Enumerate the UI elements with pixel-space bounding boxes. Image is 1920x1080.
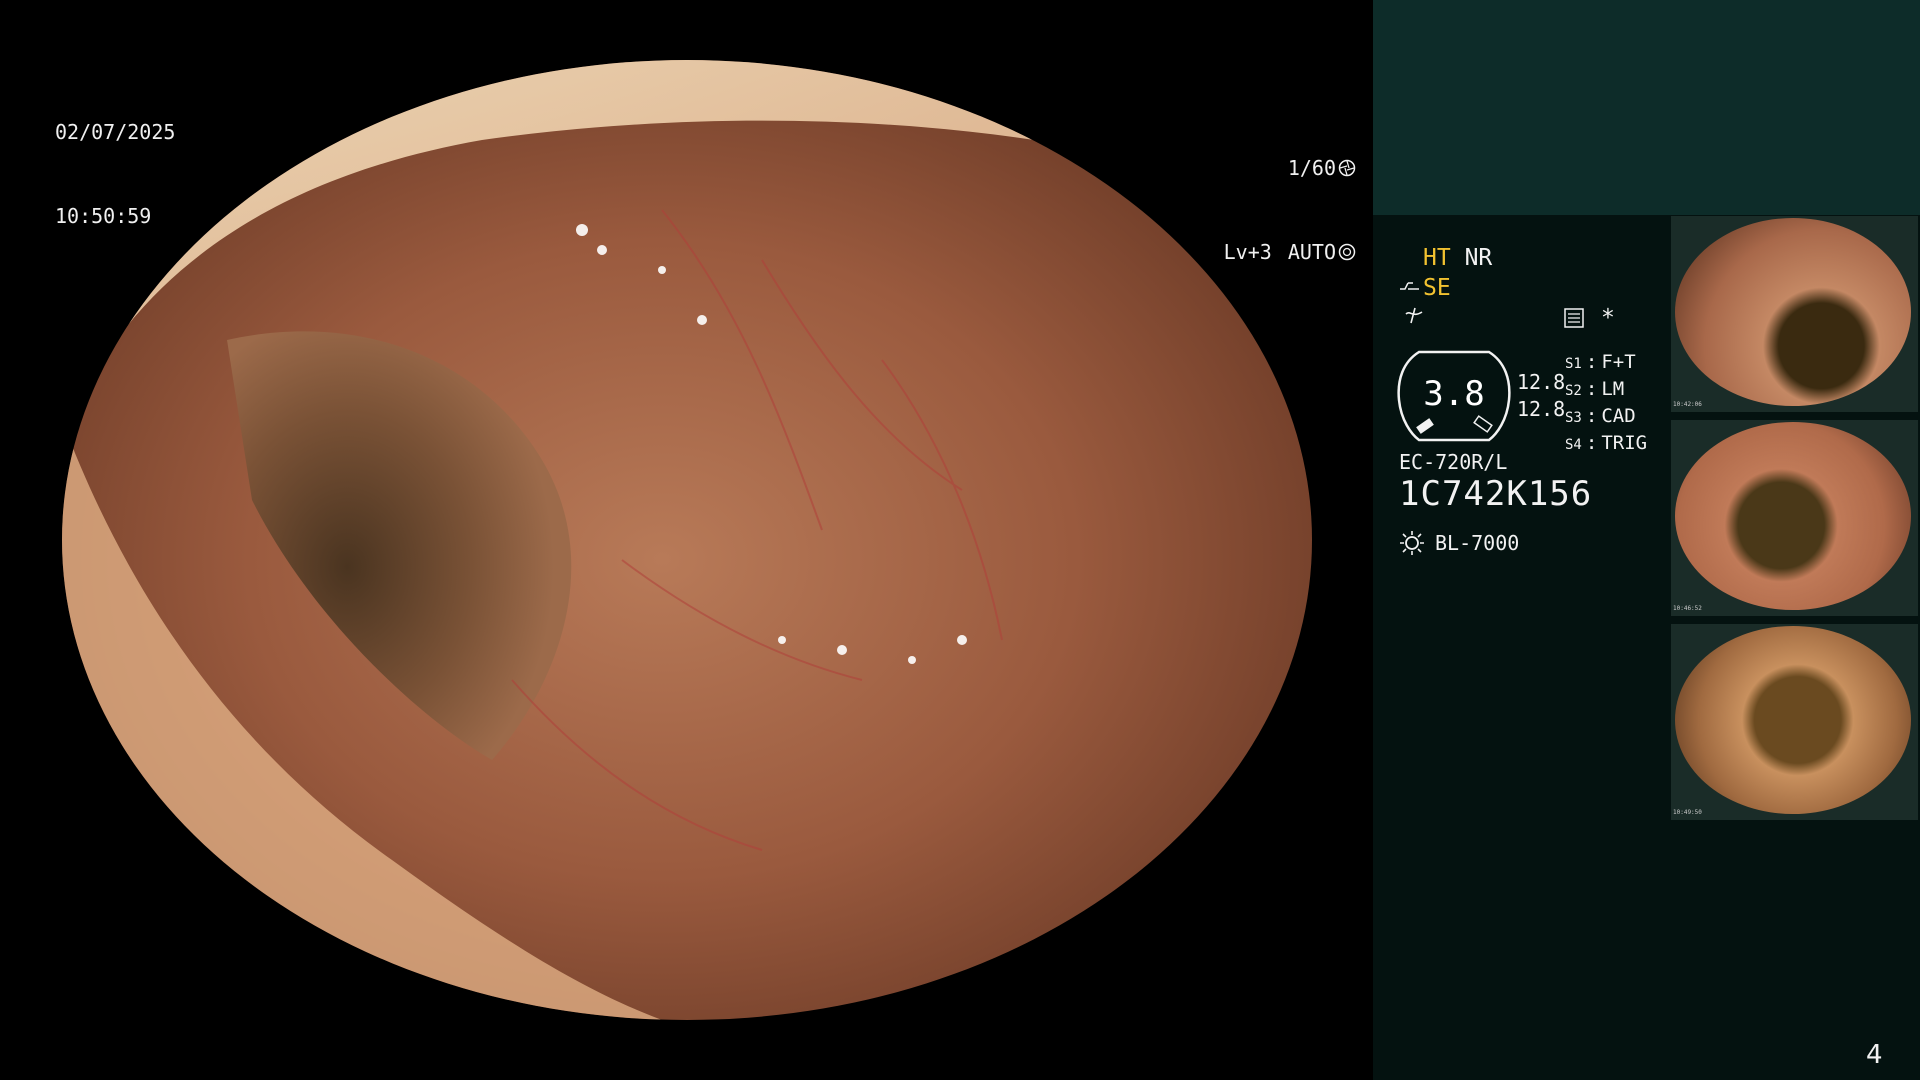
switch-key: S2 — [1565, 383, 1582, 399]
thumbnail-1[interactable]: 10:42:06 — [1671, 216, 1918, 412]
date-text: 02/07/2025 — [55, 120, 176, 144]
shutter-speed-text: 1/60 — [1287, 156, 1336, 180]
asterisk-indicator: * — [1601, 305, 1615, 331]
endoscopic-image — [62, 60, 1312, 1020]
switch-key: S3 — [1565, 410, 1582, 426]
thumbnail-image — [1675, 218, 1911, 406]
brightness-level-text: Lv+3 — [1223, 240, 1272, 264]
page-number: 4 — [1866, 1040, 1883, 1070]
switch-value: LM — [1601, 378, 1625, 400]
thumbnail-image — [1675, 626, 1911, 814]
structure-enhance-icon — [1400, 282, 1419, 290]
ht-nr-row: HT NR — [1423, 245, 1492, 271]
thumbnail-2[interactable]: 10:46:52 — [1671, 420, 1918, 616]
colon-lumen-illustration — [62, 60, 1312, 1020]
switch-item: S2: LM — [1565, 377, 1647, 404]
switch-value: TRIG — [1601, 432, 1648, 454]
light-source-icon — [1400, 531, 1424, 555]
switch-item: S4: TRIG — [1565, 431, 1647, 458]
info-panel-header — [1373, 0, 1920, 215]
thumbnail-caption: 10:49:50 — [1673, 809, 1702, 816]
thumbnail-image — [1675, 422, 1911, 610]
scope-serial-number: 1C742K156 — [1399, 474, 1593, 514]
thumbnail-3[interactable]: 10:49:50 — [1671, 624, 1918, 820]
thumbnail-caption: 10:46:52 — [1673, 605, 1702, 612]
iris-icon — [1338, 159, 1356, 177]
time-text: 10:50:59 — [55, 204, 152, 228]
nr-label: NR — [1464, 245, 1493, 271]
scope-switch-list: S1: F+T S2: LM S3: CAD S4: TRIG — [1565, 350, 1647, 458]
shutter-row: 1/60 — [1224, 154, 1356, 182]
color-tone-icon — [1405, 307, 1423, 324]
switch-value: F+T — [1601, 351, 1636, 373]
switch-item: S1: F+T — [1565, 350, 1647, 377]
brightness-row: Lv+3 AUTO — [1224, 238, 1356, 266]
info-panel: HT NR SE * 3.8 12.8 12.8 S1: F+T S2: LM… — [1373, 0, 1920, 1080]
gauge-display: 3.8 — [1397, 350, 1511, 442]
endoscope-view: 02/07/2025 10:50:59 1/60 Lv+3 AUTO — [0, 0, 1372, 1080]
switch-value: CAD — [1601, 405, 1636, 427]
exposure-mode-text: AUTO — [1287, 240, 1336, 264]
color-mode-row — [1403, 304, 1425, 332]
switch-key: S4 — [1565, 437, 1582, 453]
scope-model: EC-720R/L — [1399, 450, 1508, 474]
date-time-overlay: 02/07/2025 10:50:59 — [55, 62, 175, 286]
captured-thumbnails: 10:42:06 10:46:52 10:49:50 — [1671, 216, 1918, 828]
gauge-value: 3.8 — [1423, 374, 1485, 414]
se-label: SE — [1423, 275, 1451, 301]
status-icons-row: * — [1563, 305, 1615, 331]
recording-icon — [1564, 308, 1584, 328]
light-source-text: BL-7000 — [1435, 531, 1520, 555]
ht-label: HT — [1423, 245, 1451, 271]
light-source-row: BL-7000 — [1399, 530, 1519, 556]
exposure-overlay: 1/60 Lv+3 AUTO — [1224, 98, 1356, 322]
switch-key: S1 — [1565, 356, 1582, 372]
switch-item: S3: CAD — [1565, 404, 1647, 431]
structure-enhance-row: SE — [1399, 275, 1451, 301]
thumbnail-caption: 10:42:06 — [1673, 401, 1702, 408]
gauge-side-bottom: 12.8 — [1517, 397, 1566, 421]
auto-exposure-icon — [1338, 243, 1356, 261]
gauge-side-top: 12.8 — [1517, 370, 1566, 394]
